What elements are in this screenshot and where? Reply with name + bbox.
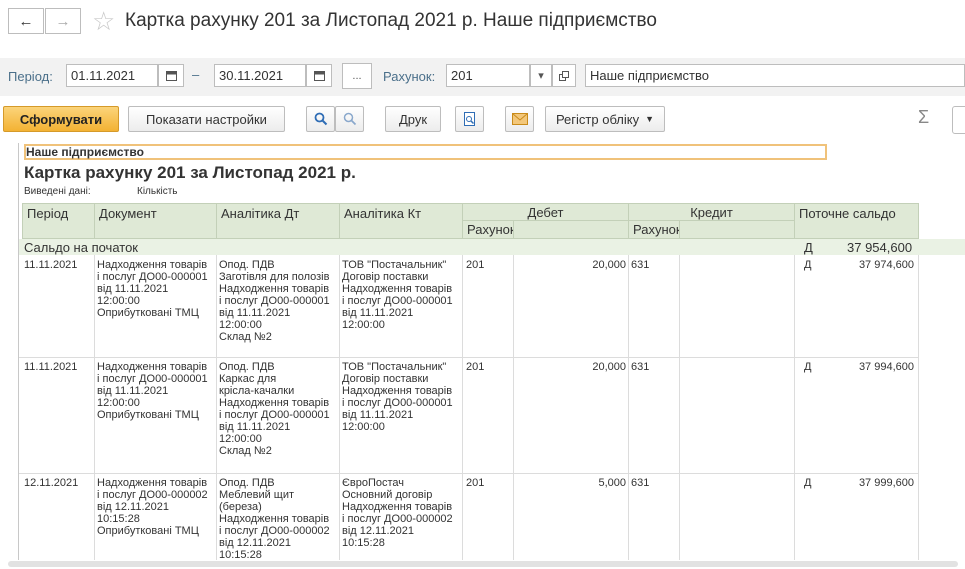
date-dash: – [192, 67, 200, 82]
row-date: 11.11.2021 [24, 259, 78, 271]
row-analytics-dt: Опод. ПДВ Каркас для крісла-качалки Надх… [219, 361, 330, 457]
chevron-down-icon: ▼ [645, 114, 655, 124]
output-data-value: Кількість [137, 186, 178, 197]
row-document[interactable]: Надходження товарів і послуг ДО00-000002… [97, 477, 208, 537]
row-debit-amount: 20,000 [592, 259, 626, 271]
row-debit-amount: 5,000 [598, 477, 626, 489]
calendar-icon[interactable] [158, 64, 184, 87]
open-icon[interactable] [552, 64, 576, 87]
header-credit-account: Рахунок [628, 220, 682, 239]
favorite-star-icon[interactable]: ☆ [92, 6, 115, 36]
print-preview-icon[interactable] [455, 106, 484, 132]
header-credit: Кредит [628, 203, 795, 221]
header-credit-amount [679, 220, 795, 239]
row-analytics-kt: ТОВ "Постачальник" Договір поставки Надх… [342, 259, 453, 331]
row-credit-account: 631 [631, 361, 650, 373]
row-debit-amount: 20,000 [592, 361, 626, 373]
register-label: Регістр обліку [555, 111, 640, 127]
row-balance-side: Д [804, 259, 812, 271]
row-analytics-dt: Опод. ПДВ Заготівля для полозів Надходже… [219, 259, 330, 343]
header-debit-amount [513, 220, 629, 239]
calendar-icon[interactable] [306, 64, 332, 87]
row-analytics-kt: ТОВ "Постачальник" Договір поставки Надх… [342, 361, 453, 433]
report-title: Картка рахунку 201 за Листопад 2021 р. [24, 163, 356, 182]
register-dropdown-button[interactable]: Регістр обліку ▼ [545, 106, 665, 132]
row-document[interactable]: Надходження товарів і послуг ДО00-000001… [97, 361, 208, 421]
email-icon[interactable] [505, 106, 534, 132]
row-credit-account: 631 [631, 477, 650, 489]
header-debit-account: Рахунок [462, 220, 516, 239]
search-icon[interactable] [306, 106, 335, 132]
output-data-label: Виведені дані: [24, 186, 91, 197]
header-debit: Дебет [462, 203, 629, 221]
header-document: Документ [94, 203, 217, 239]
row-balance: 37 994,600 [858, 361, 914, 373]
row-debit-account: 201 [466, 477, 485, 489]
period-label: Період: [8, 69, 53, 84]
row-debit-account: 201 [466, 361, 485, 373]
row-analytics-kt: ЄвроПостач Основний договір Надходження … [342, 477, 453, 549]
date-from-field[interactable]: 01.11.2021 [66, 64, 158, 87]
opening-balance-side: Д [804, 240, 813, 255]
report-organization: Наше підприємство [26, 145, 144, 159]
date-to-field[interactable]: 30.11.2021 [214, 64, 306, 87]
generate-button[interactable]: Сформувати [3, 106, 119, 132]
header-period: Період [22, 203, 95, 239]
row-balance: 37 974,600 [858, 259, 914, 271]
row-credit-account: 631 [631, 259, 650, 271]
forward-arrow-icon[interactable]: → [45, 8, 81, 34]
command-bar: Сформувати Показати настройки Друк Регіс… [0, 103, 965, 135]
row-analytics-dt: Опод. ПДВ Меблевий щит (береза) Надходже… [219, 477, 330, 560]
opening-balance-row [19, 239, 965, 255]
print-button[interactable]: Друк [385, 106, 441, 132]
back-arrow-icon[interactable]: ← [8, 8, 44, 34]
title-bar: ← → ☆ Картка рахунку 201 за Листопад 202… [0, 0, 965, 45]
account-field[interactable]: 201 [446, 64, 530, 87]
dropdown-arrow-icon[interactable]: ▾ [530, 64, 552, 87]
row-document[interactable]: Надходження товарів і послуг ДО00-000001… [97, 259, 208, 319]
report-area: Наше підприємство Картка рахунку 201 за … [18, 143, 965, 560]
search-clear-icon[interactable] [335, 106, 364, 132]
filter-bar: Період: 01.11.2021 – 30.11.2021 ... Раху… [0, 58, 965, 96]
opening-balance-amount: 37 954,600 [847, 240, 913, 255]
row-balance-side: Д [804, 361, 812, 373]
organization-field[interactable]: Наше підприємство [585, 64, 965, 87]
opening-balance-label: Сальдо на початок [24, 240, 138, 255]
account-label: Рахунок: [383, 69, 436, 84]
sum-icon[interactable]: Σ [918, 107, 929, 128]
window-title: Картка рахунку 201 за Листопад 2021 р. Н… [125, 10, 657, 31]
period-select-button[interactable]: ... [342, 63, 372, 89]
header-balance: Поточне сальдо [794, 203, 919, 239]
row-balance: 37 999,600 [858, 477, 914, 489]
row-date: 11.11.2021 [24, 361, 78, 373]
header-analytics-dt: Аналітика Дт [216, 203, 340, 239]
horizontal-scrollbar[interactable] [8, 561, 958, 567]
header-analytics-kt: Аналітика Кт [339, 203, 463, 239]
row-date: 12.11.2021 [24, 477, 79, 489]
row-debit-account: 201 [466, 259, 485, 271]
show-settings-button[interactable]: Показати настройки [128, 106, 285, 132]
row-balance-side: Д [804, 477, 812, 489]
value-field[interactable] [952, 106, 965, 134]
collapse-icon[interactable]: − [18, 242, 19, 251]
